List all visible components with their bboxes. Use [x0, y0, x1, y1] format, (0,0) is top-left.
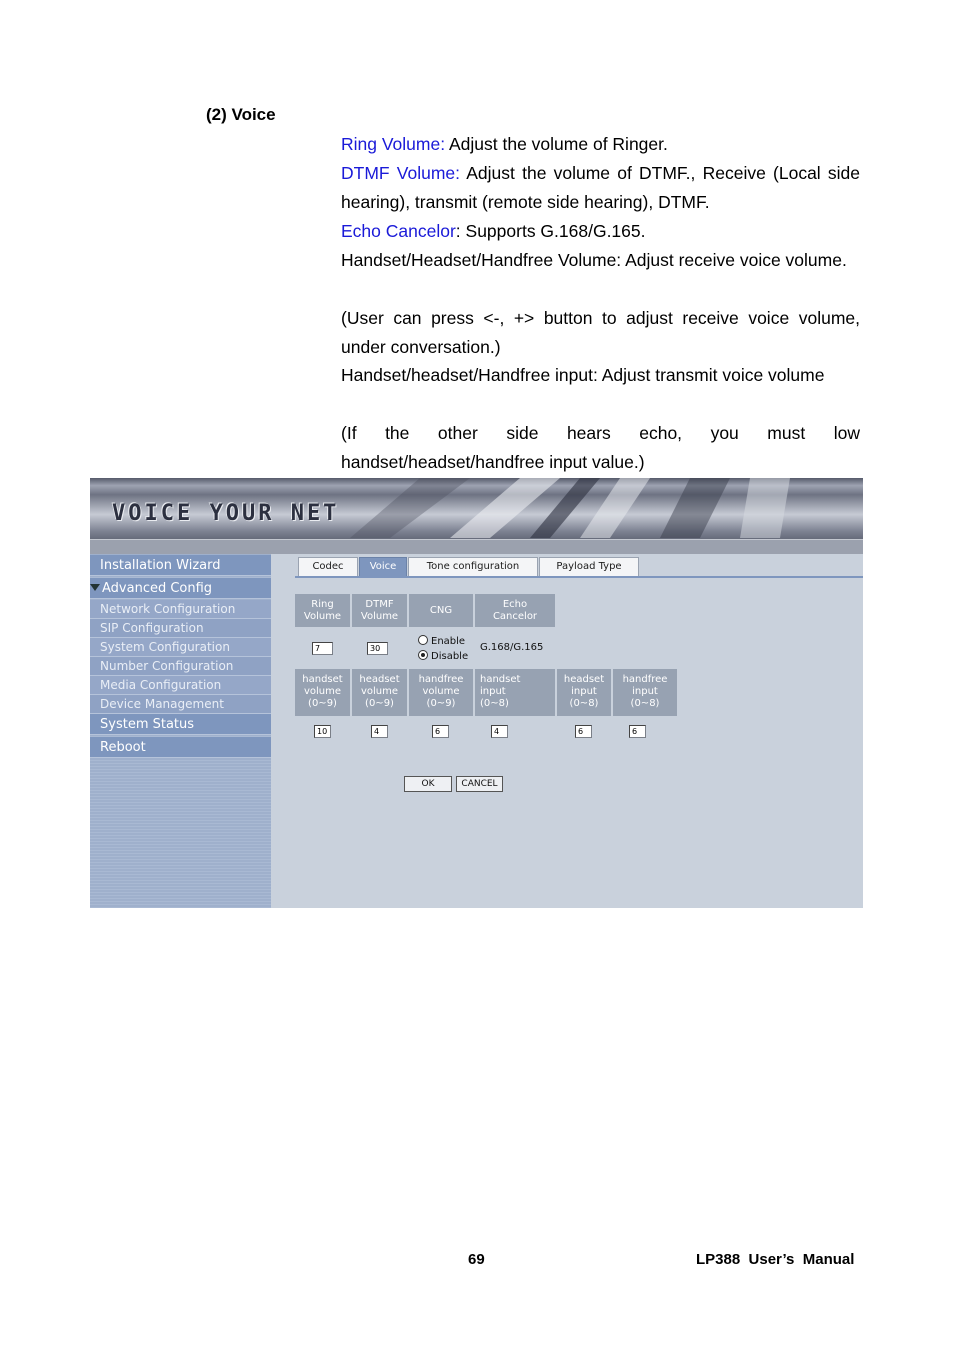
banner-strip: [90, 539, 863, 554]
cng-enable-option[interactable]: Enable: [418, 635, 465, 647]
triangle-down-icon: [90, 584, 100, 591]
menu-sip-configuration[interactable]: SIP Configuration: [90, 619, 271, 638]
tab-payload-type[interactable]: Payload Type: [539, 557, 639, 576]
header-handset-volume-l1: handset: [302, 674, 343, 685]
header-ring-line2: Volume: [303, 611, 342, 622]
header-handfree-volume-l1: handfree: [418, 674, 464, 685]
echo-cancelor-paragraph: Echo Cancelor: Supports G.168/G.165.: [341, 217, 860, 246]
header-headset-volume: headset volume (0~9): [352, 669, 407, 716]
logo: VOICE YOUR NET: [112, 501, 340, 526]
header-handfree-input-l1: handfree: [622, 674, 668, 685]
cng-disable-option[interactable]: Disable: [418, 650, 468, 662]
menu-system-configuration[interactable]: System Configuration: [90, 638, 271, 657]
cng-disable-label: Disable: [431, 651, 469, 662]
header-handset-input-l1: handset: [480, 674, 521, 685]
handset-volume-input[interactable]: 10: [314, 725, 331, 738]
tab-underline: [295, 576, 863, 578]
section-title: (2) Voice: [206, 105, 276, 124]
header-ring-line1: Ring: [311, 599, 334, 610]
menu-media-configuration[interactable]: Media Configuration: [90, 676, 271, 695]
menu-advanced-config-label: Advanced Config: [102, 581, 213, 596]
handfree-input-input[interactable]: 6: [629, 725, 646, 738]
header-dtmf-line2: Volume: [360, 611, 399, 622]
header-echo-cancelor: Echo Cancelor: [475, 594, 555, 627]
content-panel: Codec Voice Tone configuration Payload T…: [271, 554, 863, 908]
header-handset-volume-l3: (0~9): [308, 698, 337, 709]
header-echo-line1: Echo: [502, 599, 528, 610]
manual-title: LP388 User’s Manual: [696, 1251, 855, 1268]
menu-network-configuration[interactable]: Network Configuration: [90, 600, 271, 619]
menu-number-configuration[interactable]: Number Configuration: [90, 657, 271, 676]
cng-enable-label: Enable: [431, 636, 466, 647]
ok-button[interactable]: OK: [404, 776, 452, 792]
header-headset-input: headset input (0~8): [557, 669, 611, 716]
header-handset-input-l3: (0~8): [480, 698, 509, 709]
header-handfree-input-l2: input: [632, 686, 658, 697]
header-handset-volume-l2: volume: [303, 686, 342, 697]
voice-config-screenshot: VOICE YOUR NET Installation Wizard Advan…: [90, 478, 863, 908]
header-handset-volume: handset volume (0~9): [295, 669, 350, 716]
radio-disable[interactable]: [418, 650, 428, 660]
header-headset-input-l1: headset: [563, 674, 605, 685]
ring-volume-paragraph: Ring Volume: Adjust the volume of Ringer…: [341, 130, 860, 159]
dtmf-volume-term: DTMF Volume:: [341, 163, 461, 183]
tab-voice[interactable]: Voice: [359, 557, 407, 576]
header-headset-volume-l3: (0~9): [365, 698, 394, 709]
ring-volume-text: Adjust the volume of Ringer.: [445, 134, 668, 154]
header-handfree-volume-l3: (0~9): [426, 698, 456, 709]
header-cng: CNG: [409, 594, 473, 627]
header-handfree-input: handfree input (0~8): [613, 669, 677, 716]
headset-volume-input[interactable]: 4: [371, 725, 388, 738]
menu-reboot[interactable]: Reboot: [90, 737, 271, 758]
page-number: 69: [468, 1251, 485, 1268]
header-dtmf-line1: DTMF: [365, 599, 394, 610]
menu-system-status[interactable]: System Status: [90, 714, 271, 735]
header-handset-input: handset input (0~8): [475, 669, 555, 716]
cancel-button[interactable]: CANCEL: [456, 776, 503, 792]
handfree-volume-input[interactable]: 6: [432, 725, 449, 738]
handset-input-input[interactable]: 4: [491, 725, 508, 738]
input-note-paragraph: (If the other side hears echo, you must …: [341, 423, 860, 472]
header-headset-input-l3: (0~8): [569, 698, 599, 709]
header-headset-volume-l1: headset: [359, 674, 400, 685]
menu-installation-wizard[interactable]: Installation Wizard: [90, 555, 271, 576]
header-handfree-volume-l2: volume: [422, 686, 460, 697]
header-dtmf-volume: DTMF Volume: [352, 594, 407, 627]
menu-device-management[interactable]: Device Management: [90, 695, 271, 714]
radio-enable[interactable]: [418, 635, 428, 645]
dtmf-volume-input[interactable]: 30: [367, 642, 388, 655]
headset-input-input[interactable]: 6: [575, 725, 592, 738]
header-headset-volume-l2: volume: [360, 686, 399, 697]
banner: VOICE YOUR NET: [90, 478, 863, 554]
echo-cancelor-term: Echo Cancelor: [341, 221, 456, 241]
dtmf-volume-paragraph: DTMF Volume: Adjust the volume of DTMF.,…: [341, 159, 860, 217]
input-paragraph: Handset/headset/Handfree input: Adjust t…: [341, 365, 825, 385]
ring-volume-term: Ring Volume:: [341, 134, 446, 154]
ring-volume-input[interactable]: 7: [312, 642, 333, 655]
echo-cancelor-text: : Supports G.168/G.165.: [455, 221, 646, 241]
header-handfree-volume: handfree volume (0~9): [409, 669, 473, 716]
header-headset-input-l2: input: [571, 686, 597, 697]
volume-paragraph: Handset/Headset/Handfree Volume: Adjust …: [341, 250, 847, 270]
menu-advanced-config[interactable]: Advanced Config: [90, 578, 271, 599]
header-handset-input-l2: input: [480, 686, 506, 697]
echo-cancelor-value: G.168/G.165: [480, 642, 544, 653]
header-echo-line2: Cancelor: [492, 611, 538, 622]
tab-codec[interactable]: Codec: [298, 557, 358, 576]
header-handfree-input-l3: (0~8): [630, 698, 660, 709]
header-ring-volume: Ring Volume: [295, 594, 350, 627]
tab-tone-configuration[interactable]: Tone configuration: [408, 557, 538, 576]
volume-note-paragraph: (User can press <-, +> button to adjust …: [341, 308, 860, 357]
sidebar: Installation Wizard Advanced Config Netw…: [90, 554, 271, 908]
